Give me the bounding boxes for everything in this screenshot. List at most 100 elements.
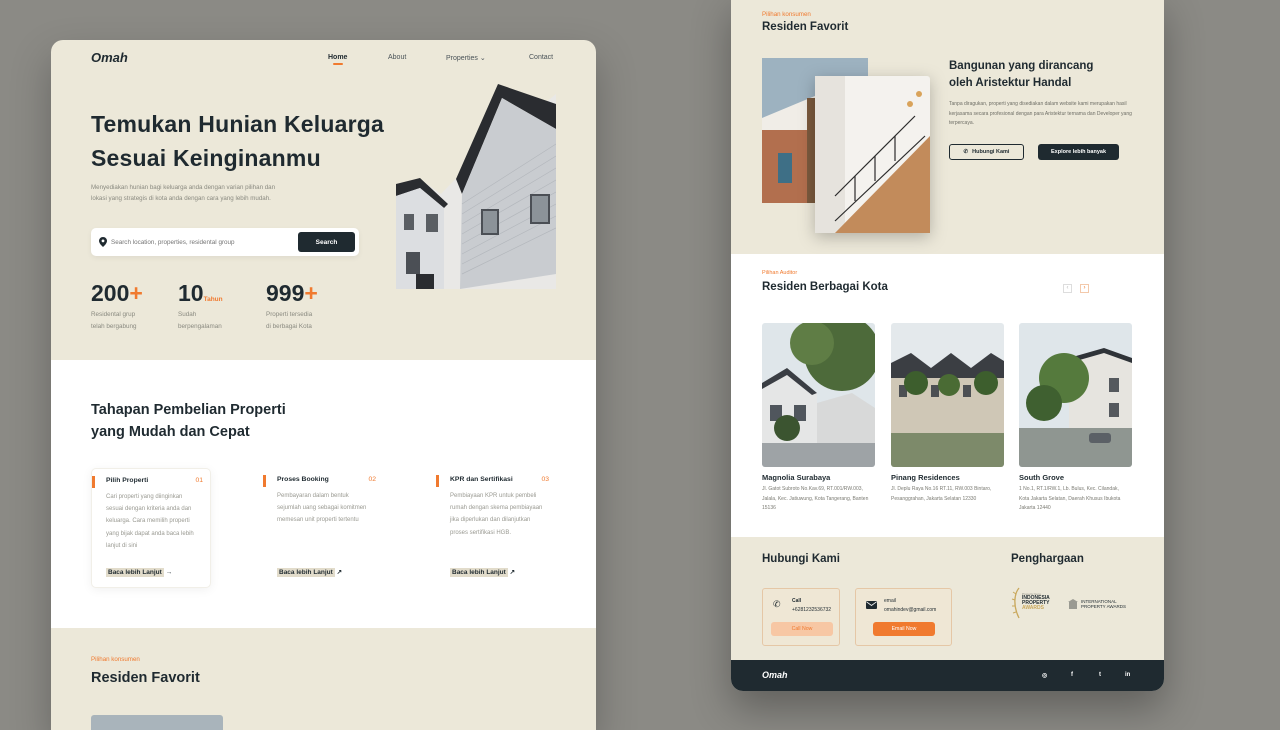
award1-line3: AWARDS <box>1022 605 1044 611</box>
step-title: KPR dan Sertifikasi <box>450 476 513 483</box>
landing-page-left: Omah Home About Properties ⌄ Contact Tem… <box>51 40 596 730</box>
stat-families-label1: Residental grup <box>91 311 136 318</box>
contact-us-button[interactable]: ✆ Hubungi Kami <box>949 144 1024 160</box>
stat-experience-label1: Sudah <box>178 311 197 318</box>
award1-text: INDONESIA PROPERTY AWARDS <box>1022 596 1050 611</box>
stat-experience: 10Tahun Sudah berpengalaman <box>178 280 223 333</box>
nav-properties[interactable]: Properties ⌄ <box>446 54 486 62</box>
hero-desc-line1: Menyediakan hunian bagi keluarga anda de… <box>91 184 276 191</box>
instagram-icon[interactable]: ◎ <box>1042 672 1047 679</box>
step-accent-bar <box>92 476 95 488</box>
hero-desc-line2: lokasi yang strategis di kota anda denga… <box>91 195 271 202</box>
property-image-southgrove[interactable] <box>1019 323 1132 467</box>
step-card-3: KPR dan Sertifikasi 03 Pembiayaan KPR un… <box>436 468 556 588</box>
landing-page-right: Pilihan konsumen Residen Favorit Banguna… <box>731 0 1164 691</box>
read-more-link[interactable]: Baca lebih Lanjut ↗ <box>277 568 343 577</box>
nav-home[interactable]: Home <box>328 54 347 61</box>
steps-title-line1: Tahapan Pembelian Properti <box>91 402 286 418</box>
explore-more-button[interactable]: Explore lebih banyak <box>1038 144 1119 160</box>
search-button[interactable]: Search <box>298 232 355 252</box>
stat-experience-value: 10 <box>178 280 204 306</box>
call-now-button[interactable]: Call Now <box>771 622 833 636</box>
twitter-icon[interactable]: t <box>1099 672 1101 678</box>
arrow-up-right-icon: ↗ <box>509 569 516 576</box>
email-now-button[interactable]: Email Now <box>873 622 935 636</box>
hero-title-line2: Sesuai Keinginanmu <box>91 145 321 171</box>
cities-eyebrow: Pilihan Auditor <box>762 270 798 276</box>
step-number: 02 <box>368 476 376 483</box>
read-more-label: Baca lebih Lanjut <box>106 568 164 577</box>
footer-logo[interactable]: Omah <box>762 670 788 680</box>
property-image-pinang[interactable] <box>891 323 1004 467</box>
architect-heading: Bangunan yang dirancang oleh Aristektur … <box>949 58 1093 92</box>
stat-experience-label2: berpengalaman <box>178 323 222 330</box>
location-pin-icon <box>99 237 107 247</box>
favorite-title-text: Residen Favorit <box>91 670 200 686</box>
hero-title-line1: Temukan Hunian Keluarga <box>91 111 385 137</box>
stat-properties-suffix: + <box>304 280 318 306</box>
search-bar: Search <box>91 228 359 256</box>
email-card: email omahindev@gmail.com Email Now <box>855 588 952 646</box>
linkedin-icon[interactable]: in <box>1125 672 1130 678</box>
property-name[interactable]: Magnolia Surabaya <box>762 473 830 482</box>
property-image-magnolia[interactable] <box>762 323 875 467</box>
stat-families-suffix: + <box>129 280 143 306</box>
stat-properties-value: 999 <box>266 280 305 306</box>
step-number: 03 <box>541 476 549 483</box>
architect-heading-line2: oleh Aristektur Handal <box>949 77 1072 89</box>
hero-title: Temukan Hunian Keluarga Sesuai Keinginanm… <box>91 107 421 175</box>
step-accent-bar <box>263 475 266 487</box>
carousel-next-button[interactable]: › <box>1080 284 1089 293</box>
award2-line2: PROPERTY AWARDS <box>1081 604 1127 609</box>
stat-families-value: 200 <box>91 280 130 306</box>
awards-title: Penghargaan <box>1011 553 1084 565</box>
arrow-right-icon: → <box>165 569 173 576</box>
favorite-preview-image <box>91 715 223 730</box>
property-name[interactable]: Pinang Residences <box>891 473 960 482</box>
step-number: 01 <box>195 477 203 484</box>
step-accent-bar <box>436 475 439 487</box>
favorite-title: Residen Favorit <box>762 21 849 33</box>
call-card: ✆ Call +6281232536732 Call Now <box>762 588 840 646</box>
carousel-prev-button[interactable]: ‹ <box>1063 284 1072 293</box>
arrow-up-right-icon: ↗ <box>336 569 343 576</box>
search-input[interactable] <box>111 234 291 250</box>
facebook-icon[interactable]: f <box>1071 672 1073 678</box>
step-description: Cari properti yang diinginkan sesuai den… <box>106 494 194 549</box>
cities-title: Residen Berbagai Kota <box>762 281 888 293</box>
call-number: +6281232536732 <box>792 607 832 613</box>
step-card-2: Proses Booking 02 Pembayaran dalam bentu… <box>263 468 383 588</box>
step-title: Pilih Properti <box>106 477 149 484</box>
architecture-image-front <box>815 76 930 233</box>
property-address: Jl. Gatot Subroto No.Kav.69, RT.001/RW.0… <box>762 486 869 511</box>
stat-families-label2: telah bergabung <box>91 323 137 330</box>
mail-icon <box>866 601 877 609</box>
hero-house-image <box>396 84 556 289</box>
phone-icon: ✆ <box>773 599 781 609</box>
steps-title: Tahapan Pembelian Properti yang Mudah dan… <box>91 399 286 443</box>
nav-properties-label: Properties <box>446 55 478 62</box>
architect-description: Tanpa diragukan, properti yang disediaka… <box>949 101 1132 126</box>
property-address: 1 No.1, RT.1/RW.1, Lb. Bulus, Kec. Cilan… <box>1019 486 1121 511</box>
nav-contact[interactable]: Contact <box>529 54 553 61</box>
stat-properties: 999+ Properti tersedia di berbagai Kota <box>266 280 318 333</box>
architect-heading-line1: Bangunan yang dirancang <box>949 60 1094 72</box>
award2-text: INTERNATIONAL PROPERTY AWARDS <box>1081 599 1126 609</box>
chevron-down-icon: ⌄ <box>479 55 486 62</box>
steps-section: Tahapan Pembelian Properti yang Mudah dan… <box>51 360 596 628</box>
nav-about[interactable]: About <box>388 54 406 61</box>
award-indonesia-property: Property Guru INDONESIA PROPERTY AWARDS <box>1011 586 1056 620</box>
read-more-link[interactable]: Baca lebih Lanjut ↗ <box>450 568 516 577</box>
award-international-property: INTERNATIONAL PROPERTY AWARDS <box>1068 598 1138 612</box>
read-more-label: Baca lebih Lanjut <box>277 568 335 577</box>
property-name[interactable]: South Grove <box>1019 473 1064 482</box>
footer: Omah ◎ f t in <box>731 660 1164 691</box>
step-description: Pembiayaan KPR untuk pembeli rumah denga… <box>450 493 543 536</box>
logo[interactable]: Omah <box>91 50 128 65</box>
read-more-link[interactable]: Baca lebih Lanjut → <box>106 568 173 577</box>
stat-properties-label2: di berbagai Kota <box>266 323 312 330</box>
property-address: Jl. Deplu Raya No.16 RT.11, RW.003 Binta… <box>891 486 992 502</box>
email-label: email <box>884 598 896 604</box>
phone-icon: ✆ <box>963 149 969 155</box>
stat-families: 200+ Residental grup telah bergabung <box>91 280 143 333</box>
